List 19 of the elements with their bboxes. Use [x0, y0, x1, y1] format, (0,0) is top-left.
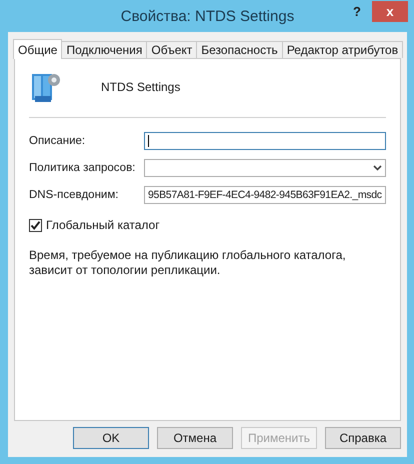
- dialog-button[interactable]: Справка: [325, 427, 401, 449]
- dropdown-field[interactable]: [144, 159, 386, 177]
- dialog-button[interactable]: OK: [73, 427, 149, 449]
- text-field[interactable]: [144, 132, 386, 150]
- text-field[interactable]: 95B57A81-F9EF-4EC4-9482-945B63F91EA2._msdc: [144, 186, 386, 204]
- dialog-button[interactable]: Отмена: [157, 427, 233, 449]
- checkbox-label: Глобальный каталог: [46, 218, 160, 232]
- tab[interactable]: Подключения: [61, 41, 148, 58]
- tab[interactable]: Общие: [13, 39, 62, 59]
- field-label: Политика запросов:: [29, 162, 136, 174]
- field-label: Описание:: [29, 135, 86, 147]
- close-button[interactable]: x: [372, 1, 408, 22]
- object-name: NTDS Settings: [101, 80, 180, 94]
- chevron-down-icon: [373, 165, 382, 171]
- checkbox[interactable]: [29, 218, 42, 232]
- info-text: Время, требуемое на публикацию глобального каталога, зависит от топологии репликации.: [29, 248, 347, 278]
- field-label: DNS-псевдоним:: [29, 189, 120, 201]
- tab[interactable]: Редактор атрибутов: [282, 41, 404, 58]
- window-title: Свойства: NTDS Settings: [120, 8, 294, 25]
